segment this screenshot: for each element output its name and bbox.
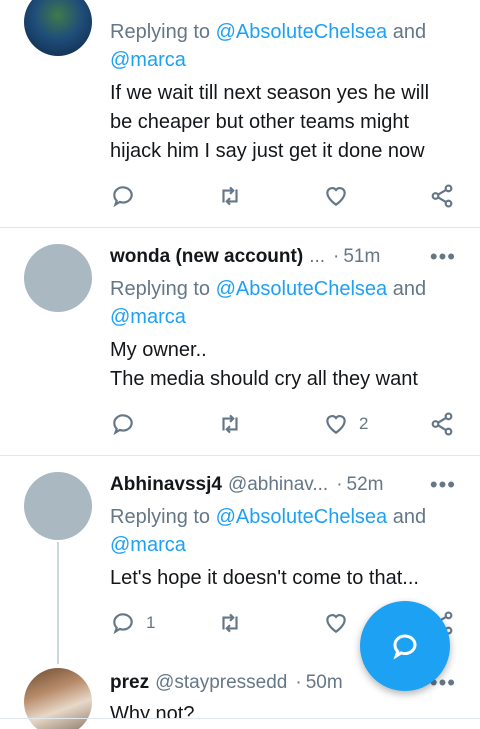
reply-count: 1	[146, 613, 156, 632]
replying-to-label: Replying to	[110, 278, 216, 300]
handle[interactable]: @staypressedd	[155, 672, 287, 694]
tweet-text-line: If we wait till next season yes he will	[110, 82, 430, 104]
mention-link[interactable]: @marca	[110, 49, 186, 71]
more-options-icon[interactable]: •••	[430, 474, 456, 496]
separator: ·	[333, 246, 340, 267]
avatar[interactable]	[24, 0, 92, 56]
replying-to: Replying to @AbsoluteChelsea and @marca	[110, 275, 456, 331]
mention-link[interactable]: @marca	[110, 306, 186, 328]
timestamp[interactable]: 50m	[306, 672, 343, 694]
mention-link[interactable]: @AbsoluteChelsea	[216, 278, 388, 300]
divider	[0, 455, 480, 456]
like-count: 2	[359, 414, 369, 433]
retweet-button[interactable]	[217, 181, 243, 211]
retweet-icon	[222, 414, 238, 434]
like-button[interactable]: 2	[323, 409, 368, 439]
share-icon	[431, 184, 453, 208]
tweet-text: Why not?	[110, 700, 456, 718]
tweet-text-line: Let's hope it doesn't come to that...	[110, 567, 419, 589]
reply-button[interactable]	[110, 409, 136, 439]
separator: ·	[336, 474, 343, 495]
mention-link[interactable]: @AbsoluteChelsea	[216, 506, 388, 528]
timestamp[interactable]: 51m	[343, 246, 380, 268]
handle[interactable]: @abhinav...	[228, 474, 328, 496]
tweet-actions	[110, 181, 460, 211]
tweet-text-line: The media should cry all they want	[110, 368, 418, 390]
compose-reply-button[interactable]	[360, 601, 450, 691]
more-options-icon[interactable]: •••	[430, 246, 456, 268]
tweet-text-line: My owner..	[110, 339, 207, 361]
divider	[0, 227, 480, 228]
reply-button[interactable]: 1	[110, 608, 155, 638]
replying-to: Replying to @AbsoluteChelsea and @marca	[110, 503, 456, 559]
heart-icon	[326, 614, 346, 633]
retweet-button[interactable]	[217, 608, 243, 638]
replying-to-and: and	[387, 21, 427, 43]
heart-icon	[326, 415, 346, 434]
mention-link[interactable]: @marca	[110, 534, 186, 556]
replying-to-and: and	[387, 506, 427, 528]
like-button[interactable]	[323, 608, 349, 638]
tweet-text: If we wait till next season yes he will …	[110, 79, 456, 166]
reply-button[interactable]	[110, 181, 136, 211]
bottom-divider	[0, 718, 480, 719]
avatar[interactable]	[24, 244, 92, 312]
replying-to-label: Replying to	[110, 21, 216, 43]
tweet-text-line: Why not?	[110, 703, 195, 718]
avatar[interactable]	[24, 668, 92, 729]
separator: ·	[295, 672, 302, 693]
like-button[interactable]	[323, 181, 349, 211]
share-icon	[431, 412, 453, 436]
handle[interactable]: ...	[309, 246, 325, 268]
retweet-button[interactable]	[217, 409, 243, 439]
tweet-header: wonda (new account) ... · 51m •••	[110, 242, 456, 272]
tweet-text-line: hijack him I say just get it done now	[110, 140, 425, 162]
tweet-header: Abhinavssj4 @abhinav... · 52m •••	[110, 470, 456, 500]
thread-line	[57, 542, 59, 664]
replying-to-label: Replying to	[110, 506, 216, 528]
display-name[interactable]: wonda (new account)	[110, 246, 303, 268]
reply-icon	[113, 186, 133, 208]
replying-to-and: and	[387, 278, 427, 300]
display-name[interactable]: Abhinavssj4	[110, 474, 222, 496]
heart-icon	[326, 187, 346, 206]
retweet-icon	[222, 186, 238, 206]
tweet-text: Let's hope it doesn't come to that...	[110, 564, 456, 593]
display-name[interactable]: prez	[110, 672, 149, 694]
tweet-text-line: be cheaper but other teams might	[110, 111, 410, 133]
tweet-actions: 2	[110, 409, 460, 439]
replying-to: Replying to @AbsoluteChelsea and @marca	[110, 18, 456, 74]
retweet-icon	[222, 613, 238, 633]
tweet-text: My owner.. The media should cry all they…	[110, 336, 456, 394]
share-button[interactable]	[429, 181, 455, 211]
mention-link[interactable]: @AbsoluteChelsea	[216, 21, 388, 43]
timestamp[interactable]: 52m	[347, 474, 384, 496]
share-button[interactable]	[429, 409, 455, 439]
compose-reply-icon	[393, 634, 417, 660]
reply-icon	[113, 613, 133, 635]
reply-icon	[113, 414, 133, 436]
avatar[interactable]	[24, 472, 92, 540]
